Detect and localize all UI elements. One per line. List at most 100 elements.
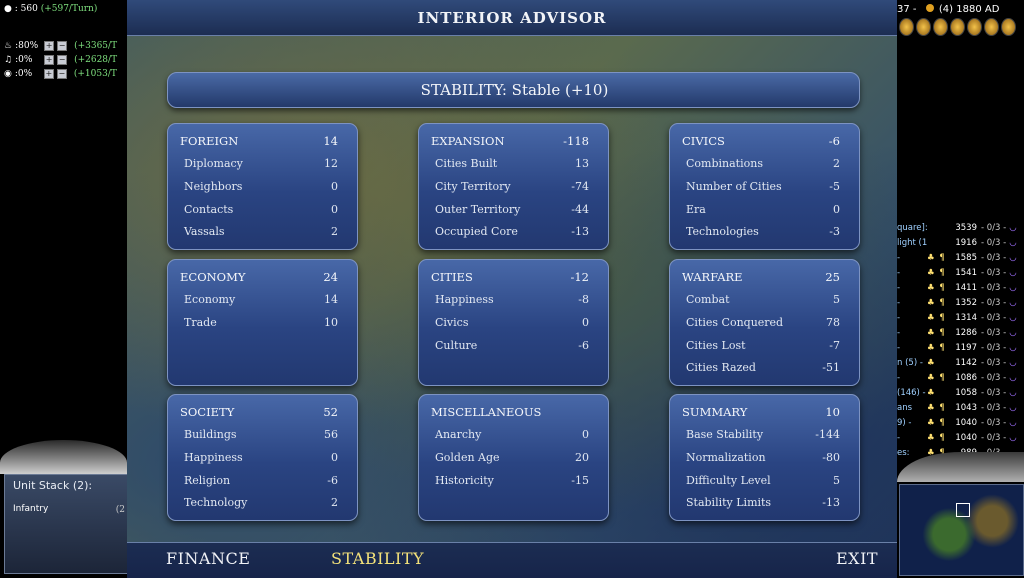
stability-row-label: Golden Age <box>435 451 500 464</box>
advisor-button-icon[interactable] <box>950 18 965 36</box>
advisor-button-icon[interactable] <box>933 18 948 36</box>
attitude-icon: ◡ <box>1009 327 1017 338</box>
stability-row-label: Cities Razed <box>686 361 756 374</box>
score-player-name: - <box>897 252 901 263</box>
panel-society: SOCIETY 52 Buildings 56 Happiness 0 Religion -6… <box>167 394 358 521</box>
score-row[interactable]: - ♣ ¶ 1411 - 0/3 - ◡ <box>897 280 1024 295</box>
score-value: 1286 <box>955 327 977 338</box>
advisor-button-icon[interactable] <box>984 18 999 36</box>
unit-stack-item[interactable]: Infantry <box>13 504 119 514</box>
score-player-name: - <box>897 372 901 383</box>
stability-row: Number of Cities -5 <box>686 180 840 193</box>
advisor-button-icon[interactable] <box>1001 18 1016 36</box>
stability-row-value: -13 <box>571 225 589 238</box>
stability-row: Cities Lost -7 <box>686 339 840 352</box>
stability-row-label: Anarchy <box>435 428 482 441</box>
stability-row-label: City Territory <box>435 180 511 193</box>
unit-stack-panel[interactable]: Unit Stack (2): Infantry (2 <box>4 474 127 574</box>
stability-row-label: Economy <box>184 293 236 306</box>
panel-header: CIVICS -6 <box>682 134 840 148</box>
slider-percent: :80% <box>15 41 39 51</box>
exit-button[interactable]: EXIT <box>836 549 878 568</box>
score-value: 1040 <box>955 432 977 443</box>
stability-row-value: -3 <box>829 225 840 238</box>
score-row[interactable]: n (5) - ♣ 1142 - 0/3 - ◡ <box>897 355 1024 370</box>
score-row[interactable]: ans ♣ ¶ 1043 - 0/3 - ◡ <box>897 400 1024 415</box>
stability-row-label: Outer Territory <box>435 203 521 216</box>
stability-row-label: Technologies <box>686 225 759 238</box>
stability-row-label: Diplomacy <box>184 157 243 170</box>
minimap[interactable] <box>899 484 1024 576</box>
stability-row: Historicity -15 <box>435 474 589 487</box>
panel-header: SUMMARY 10 <box>682 405 840 419</box>
score-row[interactable]: - ♣ ¶ 1314 - 0/3 - ◡ <box>897 310 1024 325</box>
score-war-weariness: - 0/3 - <box>981 237 1007 248</box>
advisor-button-icon[interactable] <box>967 18 982 36</box>
culture-icon: ♫ <box>4 55 13 65</box>
score-player-name: - <box>897 327 901 338</box>
gold-amount: : 560 <box>14 4 38 14</box>
score-row[interactable]: - ♣ ¶ 1040 - 0/3 - ◡ <box>897 430 1024 445</box>
attitude-icon: ◡ <box>1009 417 1017 428</box>
minimap-viewport[interactable] <box>956 503 970 517</box>
stability-status: STABILITY: Stable (+10) <box>420 81 609 99</box>
attitude-icon: ◡ <box>1009 237 1017 248</box>
slider-plus-button[interactable]: + <box>43 69 54 79</box>
score-war-weariness: - 0/3 - <box>981 267 1007 278</box>
score-status-icons: ♣ ¶ <box>927 432 946 443</box>
slider-minus-button[interactable]: − <box>57 41 68 51</box>
score-row[interactable]: 9) - ♣ ¶ 1040 - 0/3 - ◡ <box>897 415 1024 430</box>
score-row[interactable]: - ♣ ¶ 1585 - 0/3 - ◡ <box>897 250 1024 265</box>
window-title: INTERIOR ADVISOR <box>417 9 607 27</box>
advisor-button-icon[interactable] <box>899 18 914 36</box>
score-row[interactable]: - ♣ ¶ 1197 - 0/3 - ◡ <box>897 340 1024 355</box>
score-status-icons: ♣ <box>927 357 936 368</box>
stability-row-label: Buildings <box>184 428 237 441</box>
stability-row-value: -144 <box>815 428 840 441</box>
stability-row: Normalization -80 <box>686 451 840 464</box>
attitude-icon: ◡ <box>1009 267 1017 278</box>
score-row[interactable]: quare]: 3539 - 0/3 - ◡ <box>897 220 1024 235</box>
stability-row-value: 12 <box>324 157 338 170</box>
panel-title: MISCELLANEOUS <box>431 405 542 419</box>
tab-finance[interactable]: FINANCE <box>166 549 250 568</box>
advisor-button-icon[interactable] <box>916 18 931 36</box>
stability-row: Buildings 56 <box>184 428 338 441</box>
score-war-weariness: - 0/3 - <box>981 357 1007 368</box>
score-value: 1058 <box>955 387 977 398</box>
score-value: 1142 <box>955 357 977 368</box>
slider-amount: (+1053/T <box>73 69 117 79</box>
score-value: 1541 <box>955 267 977 278</box>
panel-header: FOREIGN 14 <box>180 134 338 148</box>
score-value: 1043 <box>955 402 977 413</box>
stability-row-label: Trade <box>184 316 217 329</box>
commerce-slider-research: ♨ :80% + − (+3365/T <box>4 40 117 52</box>
tab-stability[interactable]: STABILITY <box>331 549 424 568</box>
score-row[interactable]: - ♣ ¶ 1352 - 0/3 - ◡ <box>897 295 1024 310</box>
slider-minus-button[interactable]: − <box>57 55 68 65</box>
commerce-slider-espionage: ◉ :0% + − (+1053/T <box>4 68 117 80</box>
score-status-icons: ♣ ¶ <box>927 312 946 323</box>
coin-icon <box>925 4 934 12</box>
slider-plus-button[interactable]: + <box>44 55 55 65</box>
score-row[interactable]: - ♣ ¶ 1541 - 0/3 - ◡ <box>897 265 1024 280</box>
slider-plus-button[interactable]: + <box>44 41 55 51</box>
score-row[interactable]: light (1) - 1916 - 0/3 -◡ <box>897 235 1024 250</box>
score-row[interactable]: - ♣ ¶ 1286 - 0/3 - ◡ <box>897 325 1024 340</box>
stability-row: Outer Territory -44 <box>435 203 589 216</box>
panel-title: EXPANSION <box>431 134 505 148</box>
score-value: 1040 <box>955 417 977 428</box>
stability-row-label: Base Stability <box>686 428 764 441</box>
stability-row-value: 56 <box>324 428 338 441</box>
stability-row-value: 10 <box>324 316 338 329</box>
score-player-name: 9) - <box>897 417 912 428</box>
panel-header: WARFARE 25 <box>682 270 840 284</box>
attitude-icon: ◡ <box>1009 297 1017 308</box>
score-row[interactable]: (146) - ♣ 1058 - 0/3 - ◡ <box>897 385 1024 400</box>
stability-row: Base Stability -144 <box>686 428 840 441</box>
score-row[interactable]: - ♣ ¶ 1086 - 0/3 - ◡ <box>897 370 1024 385</box>
score-status-icons: ♣ ¶ <box>927 297 946 308</box>
stability-row: Cities Razed -51 <box>686 361 840 374</box>
stability-row: Cities Built 13 <box>435 157 589 170</box>
slider-minus-button[interactable]: − <box>56 69 67 79</box>
